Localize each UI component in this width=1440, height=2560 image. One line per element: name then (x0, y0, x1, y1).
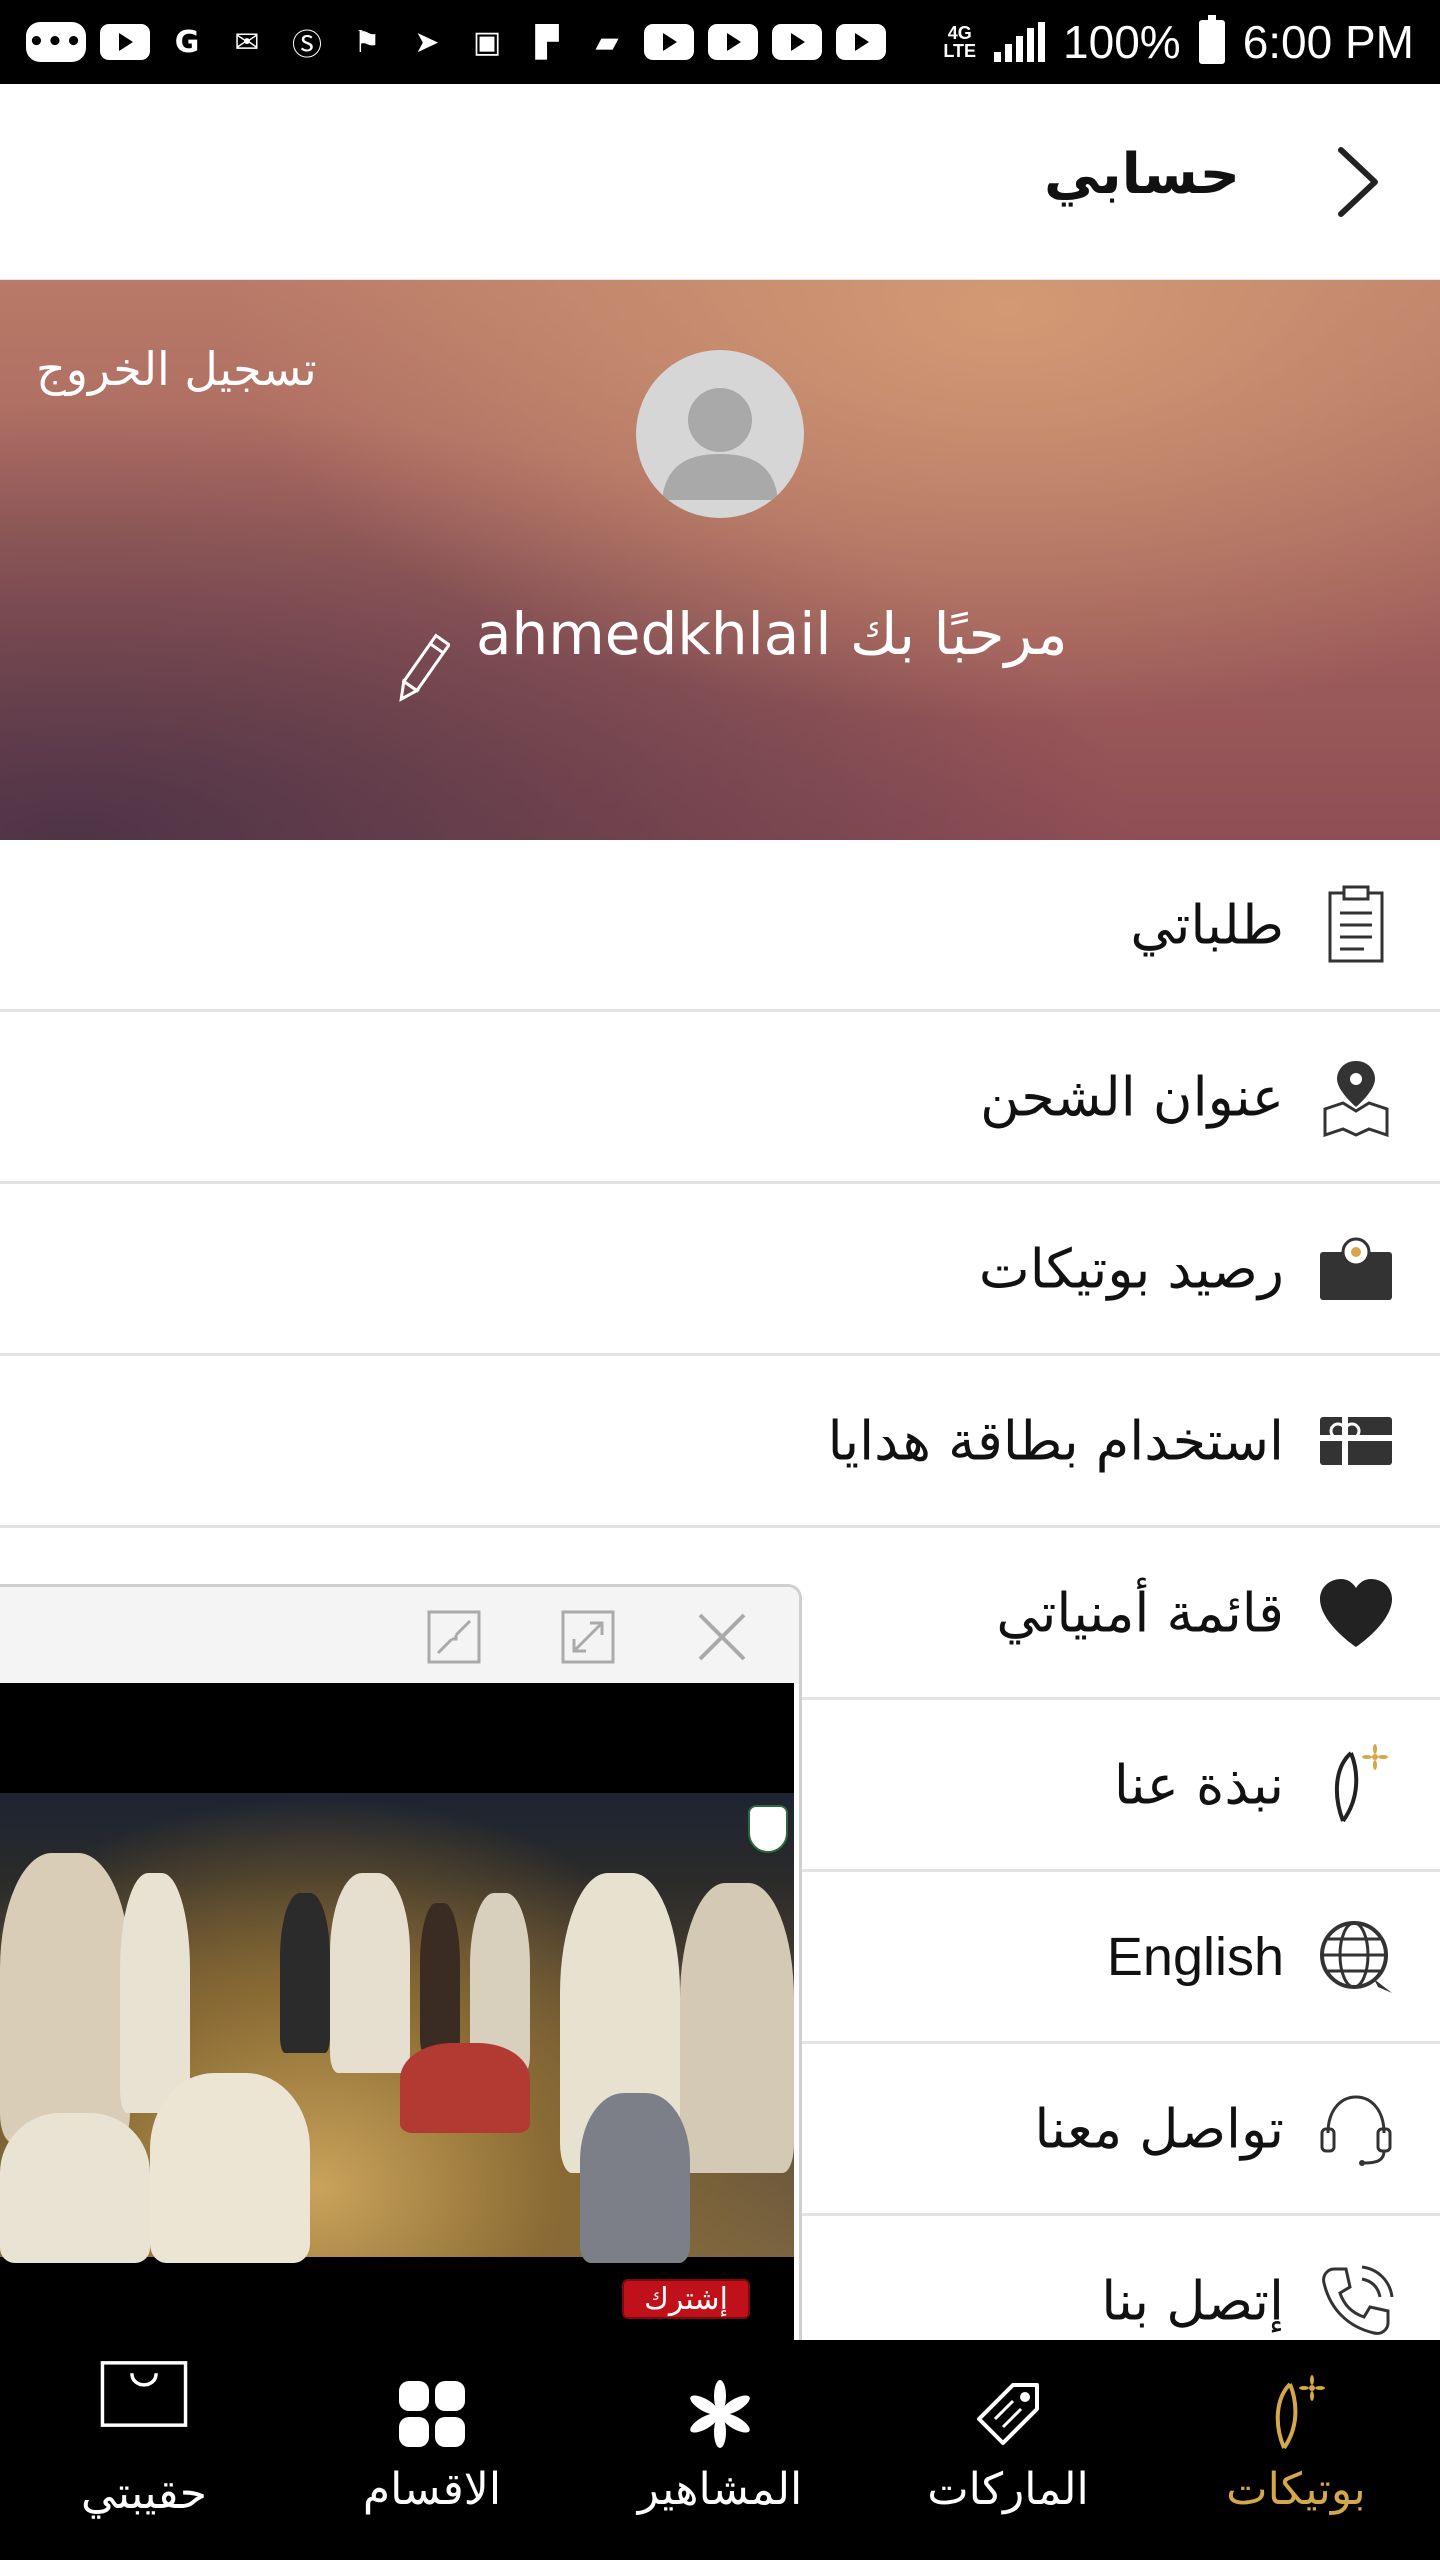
flipboard-icon: ▛ (535, 24, 559, 60)
expand-icon[interactable] (560, 1609, 616, 1665)
telegram-icon: ➤ (414, 24, 440, 60)
menu-item-label: English (1106, 1926, 1284, 1987)
boutiqaat-logo-icon (1251, 2374, 1341, 2454)
flower-icon (675, 2374, 765, 2454)
nav-item-bag[interactable]: حقيبتي (0, 2340, 288, 2560)
menu-item-label: تواصل معنا (1034, 2097, 1284, 2160)
close-icon[interactable] (694, 1609, 750, 1665)
crowd-figure (680, 1883, 794, 2173)
app-header: حسابي (0, 84, 1440, 280)
youtube-icon (644, 24, 694, 60)
video-player-toolbar (0, 1587, 799, 1683)
crowd-figure (580, 2093, 690, 2263)
nav-label: الماركات (927, 2464, 1089, 2515)
tag-icon (963, 2374, 1053, 2454)
menu-item-label: استخدام بطاقة هدايا (827, 1409, 1284, 1472)
crowd-figure (280, 1893, 330, 2053)
minimize-icon[interactable] (426, 1609, 482, 1665)
messages-icon: ••• (26, 22, 86, 62)
menu-item-balance[interactable]: رصيد بوتيكات (0, 1184, 1440, 1356)
youtube-icon (836, 24, 886, 60)
youtube-icon (100, 24, 150, 60)
bottom-navigation: حقيبتي الاقسام المشاهير الماركات بوتيكات (0, 2340, 1440, 2560)
network-type-bottom: LTE (943, 41, 977, 61)
system-status: 4G LTE 100% 6:00 PM (943, 15, 1414, 69)
menu-item-orders[interactable]: طلباتي (0, 840, 1440, 1012)
gift-card-icon (1316, 1401, 1396, 1481)
nav-item-boutiqaat[interactable]: بوتيكات (1152, 2340, 1440, 2560)
avatar[interactable] (636, 350, 804, 518)
nav-item-celebrities[interactable]: المشاهير (576, 2340, 864, 2560)
globe-icon (1316, 1917, 1396, 1997)
menu-item-label: طلباتي (1130, 893, 1284, 956)
bag-icon (99, 2354, 189, 2434)
menu-item-label: نبذة عنا (1113, 1753, 1284, 1816)
youtube-icon (772, 24, 822, 60)
map-pin-icon (1316, 1057, 1396, 1137)
status-bar: ••• G ✉ Ⓢ ⚑ ➤ ▣ ▛ ▰ 4G LTE 100% 6:00 PM (0, 0, 1440, 84)
page-title: حسابي (1043, 142, 1240, 207)
battery-percent: 100% (1063, 16, 1181, 68)
nav-label: حقيبتي (81, 2468, 207, 2519)
clock: 6:00 PM (1242, 16, 1414, 68)
crowd-figure (0, 1853, 130, 2143)
avatar-placeholder-icon (662, 388, 778, 500)
menu-item-label: قائمة أمنياتي (996, 1581, 1284, 1644)
email-icon: ✉ (234, 24, 260, 60)
crowd-figure (420, 1903, 460, 2053)
subscribe-button[interactable]: إشترك (622, 2279, 750, 2319)
boutiqaat-logo-icon (1316, 1743, 1396, 1825)
headset-icon (1316, 2089, 1396, 2169)
youtube-icon (708, 24, 758, 60)
menu-item-shipping-address[interactable]: عنوان الشحن (0, 1012, 1440, 1184)
network-type: 4G LTE (943, 24, 976, 60)
heart-icon (1316, 1573, 1396, 1653)
wallet-icon (1316, 1229, 1396, 1309)
money-icon: Ⓢ (292, 28, 322, 63)
network-type-top: 4G (947, 23, 972, 43)
gallery-icon: ▣ (472, 24, 502, 60)
crowd-figure (330, 1873, 410, 2073)
welcome-text: مرحبًا بك ahmedkhlail (476, 600, 1068, 668)
signal-icon (994, 22, 1046, 62)
menu-item-label: عنوان الشحن (980, 1065, 1284, 1128)
crowd-figure (150, 2073, 310, 2263)
crowd-figure (120, 1873, 190, 2113)
nav-label: المشاهير (637, 2464, 803, 2515)
menu-item-label: رصيد بوتيكات (978, 1237, 1284, 1300)
screen: ••• G ✉ Ⓢ ⚑ ➤ ▣ ▛ ▰ 4G LTE 100% 6:00 PM … (0, 0, 1440, 2560)
chevron-right-icon[interactable] (1320, 144, 1396, 220)
nav-item-brands[interactable]: الماركات (864, 2340, 1152, 2560)
floating-video-player[interactable]: إشترك (0, 1584, 802, 2364)
grid-icon (387, 2374, 477, 2454)
notification-icons: ••• G ✉ Ⓢ ⚑ ➤ ▣ ▛ ▰ (26, 19, 886, 65)
nav-label: الاقسام (362, 2464, 502, 2515)
clipboard-icon (1316, 885, 1396, 965)
profile-banner: تسجيل الخروج مرحبًا بك ahmedkhlail (0, 280, 1440, 840)
video-content (0, 1793, 794, 2263)
nav-item-categories[interactable]: الاقسام (288, 2340, 576, 2560)
channel-logo (748, 1805, 788, 1853)
google-icon: G (174, 24, 200, 60)
menu-item-label: إتصل بنا (1101, 2269, 1284, 2332)
app-icon: ⚑ (353, 24, 381, 60)
battery-icon (1198, 15, 1225, 64)
pencil-icon[interactable] (396, 628, 452, 708)
phone-icon (1316, 2261, 1396, 2341)
video-frame[interactable]: إشترك (0, 1683, 794, 2355)
crowd-figure (0, 2113, 150, 2263)
crowd-figure (400, 2043, 530, 2133)
nav-label: بوتيكات (1226, 2464, 1366, 2515)
logout-button[interactable]: تسجيل الخروج (36, 342, 317, 396)
chat-icon: ▰ (595, 24, 619, 60)
menu-item-gift-card[interactable]: استخدام بطاقة هدايا (0, 1356, 1440, 1528)
